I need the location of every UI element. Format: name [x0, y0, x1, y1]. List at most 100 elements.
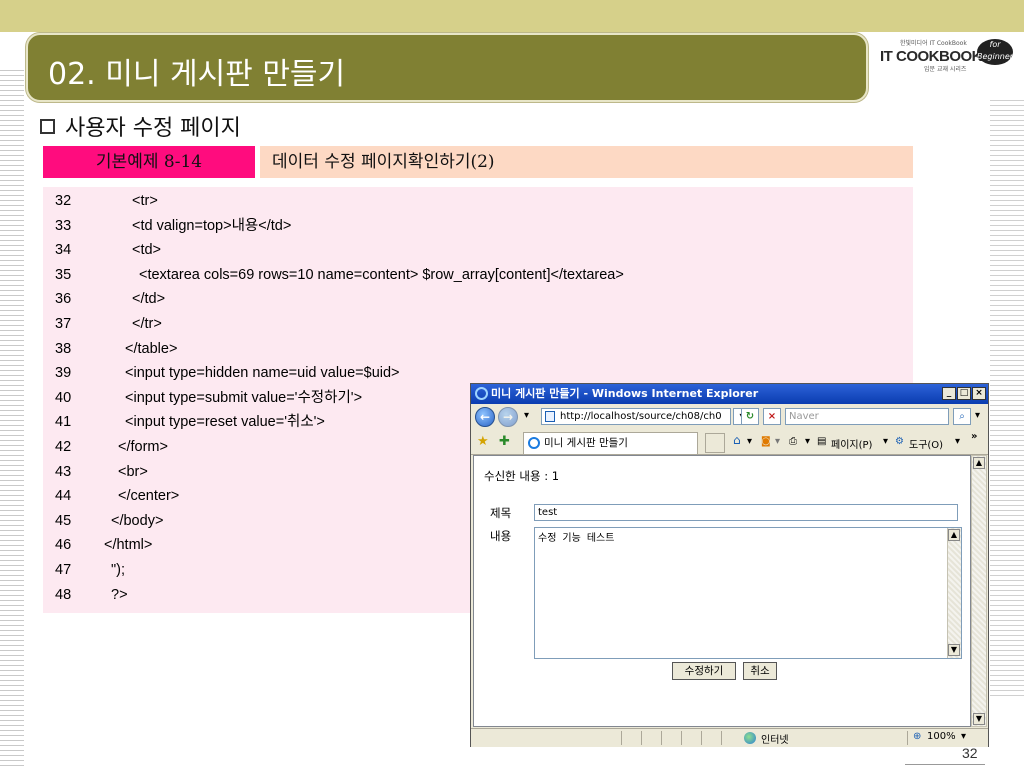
ie-window: 미니 게시판 만들기 - Windows Internet Explorer _… — [470, 383, 989, 747]
print-icon[interactable]: ⎙ — [789, 436, 797, 447]
history-dropdown-icon[interactable]: ▾ — [524, 410, 529, 421]
line-number: 47 — [55, 562, 72, 578]
zoom-level[interactable]: 100% — [927, 731, 956, 742]
zoom-dropdown-icon[interactable]: ▾ — [961, 731, 966, 742]
line-number: 45 — [55, 512, 72, 529]
status-segment — [621, 731, 639, 745]
code-text: "); — [111, 562, 126, 578]
line-number: 32 — [55, 193, 72, 209]
submit-button[interactable]: 수정하기 — [672, 662, 736, 680]
refresh-icon[interactable]: ↻ — [741, 408, 759, 425]
section-title-text: 사용자 수정 페이지 — [65, 116, 241, 141]
add-favorites-icon[interactable]: ✚ — [499, 434, 510, 449]
internet-globe-icon — [744, 732, 756, 744]
tab-mini-board[interactable]: 미니 게시판 만들기 — [523, 432, 698, 454]
search-input[interactable]: Naver — [785, 408, 949, 425]
search-options-icon[interactable]: ▾ — [975, 410, 980, 421]
page-menu-dropdown-icon[interactable]: ▾ — [883, 436, 888, 447]
code-line: 46 </html> — [55, 533, 152, 557]
back-icon[interactable]: ← — [475, 407, 495, 427]
top-band — [0, 0, 1024, 32]
content-textarea[interactable]: 수정 기능 테스트 ▲ ▼ — [534, 527, 962, 659]
code-text: </tr> — [132, 316, 162, 332]
code-line: 48 ?> — [55, 583, 128, 607]
code-text: ?> — [111, 586, 128, 603]
print-dropdown-icon[interactable]: ▾ — [805, 436, 810, 447]
status-segment — [641, 731, 659, 745]
code-line: 44 </center> — [55, 484, 179, 508]
code-text: <td valign=top>내용</td> — [132, 217, 292, 234]
code-text: <td> — [132, 242, 162, 259]
address-text: http://localhost/source/ch08/ch0 — [560, 411, 722, 422]
ie-window-title: 미니 게시판 만들기 - Windows Internet Explorer — [491, 387, 759, 400]
logo-badge: for Beginner — [977, 39, 1013, 65]
page-content: 수신한 내용 : 1 제목 test 내용 수정 기능 테스트 ▲ ▼ 수정하기… — [473, 455, 971, 727]
line-number: 44 — [55, 488, 72, 505]
minimize-button[interactable]: _ — [942, 387, 956, 400]
textarea-scrollbar[interactable]: ▲ ▼ — [947, 528, 961, 658]
feeds-dropdown-icon[interactable]: ▾ — [775, 436, 780, 447]
textarea-scroll-down-icon[interactable]: ▼ — [948, 644, 960, 656]
code-text: <textarea cols=69 rows=10 name=content> … — [139, 266, 624, 283]
ie-logo-icon — [475, 387, 488, 400]
code-line: 33 <td valign=top>내용</td> — [55, 214, 291, 238]
chevron-more-icon[interactable]: » — [971, 431, 977, 442]
line-number: 33 — [55, 217, 72, 234]
forward-icon[interactable]: → — [498, 407, 518, 427]
scroll-down-icon[interactable]: ▼ — [973, 713, 985, 725]
code-line: 32 <tr> — [55, 189, 158, 213]
search-icon[interactable]: ⌕ — [953, 408, 971, 425]
page-scrollbar[interactable]: ▲ ▼ — [971, 455, 987, 727]
close-button[interactable]: × — [972, 387, 986, 400]
tools-gear-icon: ⚙ — [895, 436, 904, 447]
content-text: 수정 기능 테스트 — [538, 533, 615, 544]
status-segment — [721, 731, 739, 745]
right-decoration — [990, 100, 1024, 700]
code-line: 39 <input type=hidden name=uid value=$uid… — [55, 361, 400, 385]
line-number: 39 — [55, 365, 72, 382]
maximize-button[interactable]: □ — [957, 387, 971, 400]
address-bar[interactable]: http://localhost/source/ch08/ch0 — [541, 408, 731, 425]
code-line: 42 </form> — [55, 435, 168, 459]
slide-title: 02. 미니 게시판 만들기 — [48, 57, 346, 92]
code-text: </body> — [111, 512, 164, 529]
it-cookbook-logo: 한빛미디어 IT CookBook IT COOKBOOK 입문 교재 시리즈 … — [880, 38, 1014, 73]
code-text: </form> — [118, 439, 168, 455]
example-title: 데이터 수정 페이지확인하기(2) — [260, 146, 913, 178]
page-menu-icon: ▤ — [817, 436, 827, 447]
textarea-scroll-up-icon[interactable]: ▲ — [948, 529, 960, 541]
reset-button[interactable]: 취소 — [743, 662, 777, 680]
code-line: 34 <td> — [55, 238, 161, 262]
code-text: </html> — [104, 537, 153, 554]
scroll-up-icon[interactable]: ▲ — [973, 457, 985, 469]
line-number: 34 — [55, 242, 72, 259]
line-number: 37 — [55, 316, 72, 332]
code-text: <tr> — [132, 193, 158, 209]
home-icon[interactable]: ⌂ — [733, 433, 741, 447]
line-number: 38 — [55, 340, 72, 357]
tools-dropdown-icon[interactable]: ▾ — [955, 436, 960, 447]
logo-tagline-bottom: 입문 교재 시리즈 — [924, 66, 967, 73]
code-line: 45 </body> — [55, 509, 163, 533]
code-line: 38 </table> — [55, 337, 177, 361]
code-text: </table> — [125, 340, 178, 357]
tools-menu[interactable]: 도구(O) — [909, 436, 943, 451]
logo-tagline-top: 한빛미디어 IT CookBook — [900, 40, 967, 47]
favorites-star-icon[interactable]: ★ — [477, 434, 489, 449]
stop-icon[interactable]: × — [763, 408, 781, 425]
new-tab-button[interactable] — [705, 433, 725, 453]
code-text: <br> — [118, 463, 148, 480]
tab-label: 미니 게시판 만들기 — [544, 437, 628, 449]
feeds-icon[interactable]: ◙ — [761, 436, 771, 447]
status-segment — [661, 731, 679, 745]
content-label: 내용 — [490, 529, 512, 543]
code-text: <input type=hidden name=uid value=$uid> — [125, 365, 400, 382]
line-number: 42 — [55, 439, 72, 455]
section-heading: 사용자 수정 페이지 — [40, 111, 241, 141]
subject-input[interactable]: test — [534, 504, 958, 521]
code-text: <input type=reset value='취소'> — [125, 414, 325, 431]
slide-title-bar: 02. 미니 게시판 만들기 — [26, 33, 868, 102]
status-zone: 인터넷 — [761, 735, 789, 746]
page-menu[interactable]: 페이지(P) — [831, 436, 872, 451]
home-dropdown-icon[interactable]: ▾ — [747, 436, 752, 447]
